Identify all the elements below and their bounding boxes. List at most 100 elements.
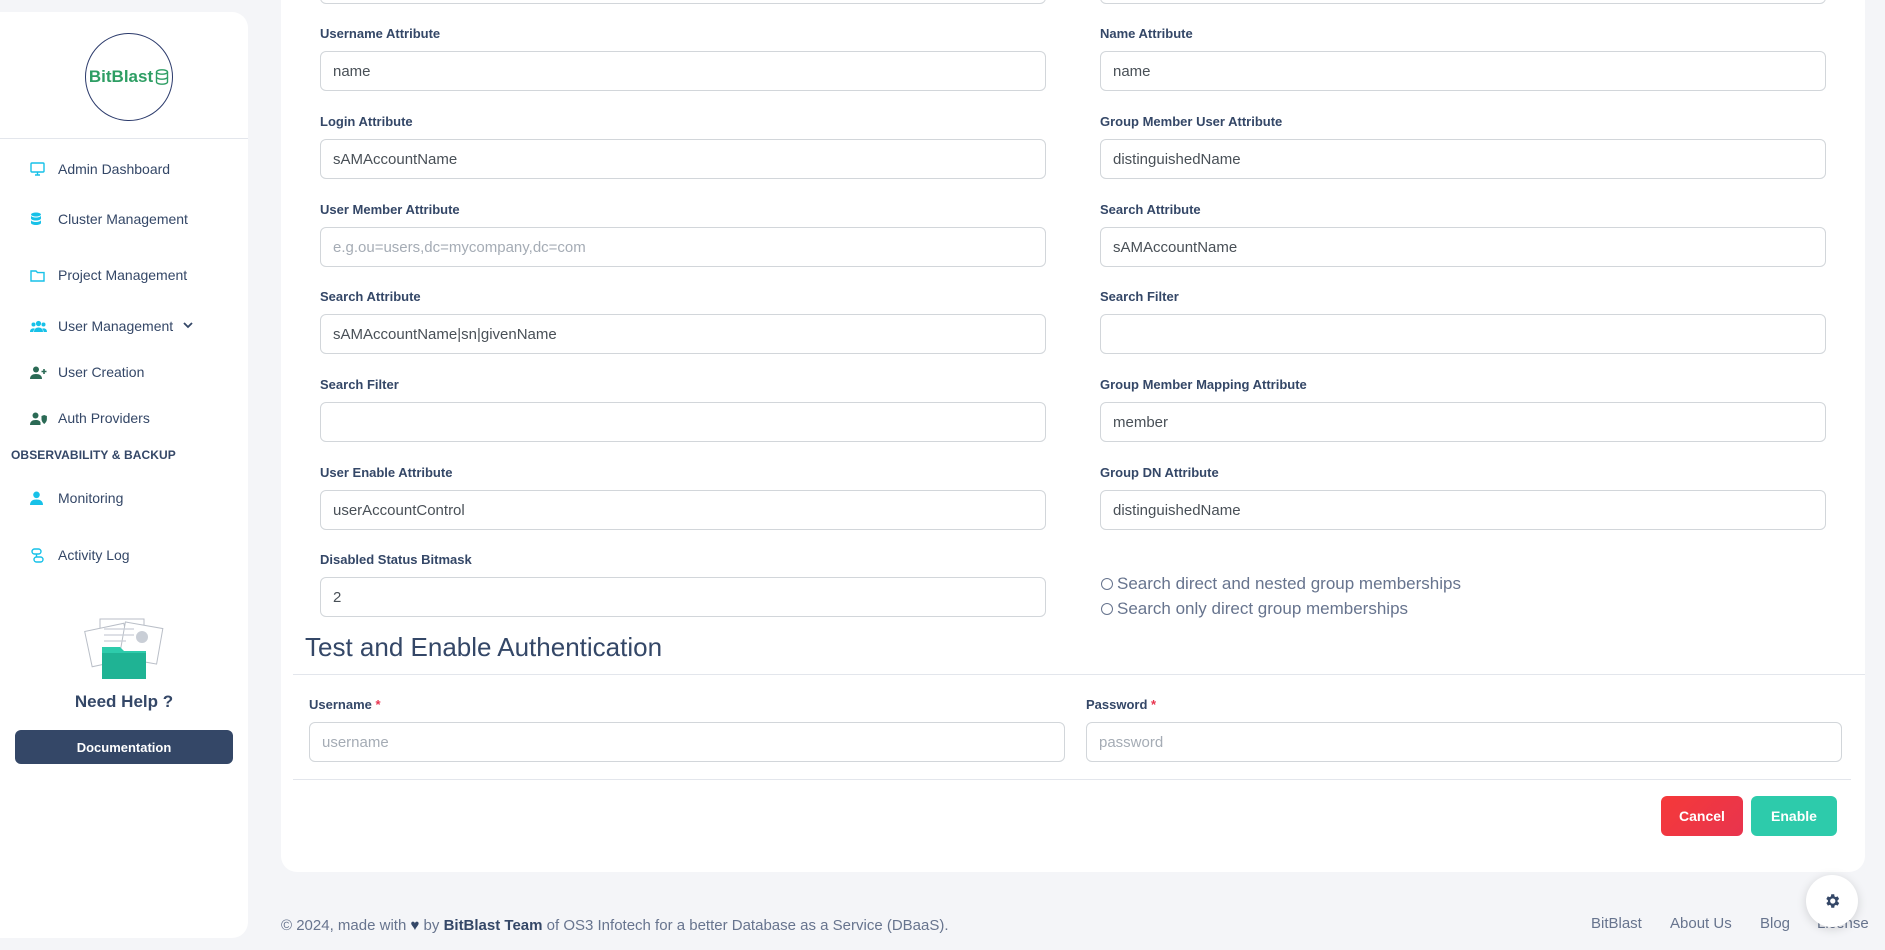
auth-provider-form-card: Username Attribute Login Attribute User … [281, 0, 1865, 872]
user-enable-attribute-input[interactable] [320, 490, 1046, 530]
brand-name: BitBlast [88, 67, 154, 86]
field-label: User Enable Attribute [320, 465, 453, 480]
help-panel: Need Help ? Documentation [0, 617, 248, 764]
field-label: Username Attribute [320, 26, 441, 41]
login-attribute-input[interactable] [320, 139, 1046, 179]
sidebar-section-heading: OBSERVABILITY & BACKUP [11, 448, 176, 462]
monitor-icon [30, 162, 58, 176]
field-label: Disabled Status Bitmask [320, 552, 472, 567]
sidebar-item-label: Project Management [58, 267, 188, 283]
disabled-status-bitmask-input[interactable] [320, 577, 1046, 617]
radio-button[interactable] [1101, 603, 1113, 615]
search-attribute-input-right[interactable] [1100, 227, 1826, 267]
search-filter-field-right: Search Filter [1100, 289, 1826, 354]
search-filter-input-right[interactable] [1100, 314, 1826, 354]
help-title: Need Help ? [74, 692, 174, 711]
sidebar-item-cluster-management[interactable]: Cluster Management [0, 191, 248, 247]
activity-icon [30, 547, 58, 563]
sidebar-item-label: Admin Dashboard [58, 161, 171, 177]
sidebar-item-label: Auth Providers [58, 410, 150, 426]
user-enable-attribute-field: User Enable Attribute [320, 465, 1046, 530]
group-member-user-attribute-field: Group Member User Attribute [1100, 114, 1826, 179]
field-label: Name Attribute [1100, 26, 1193, 41]
search-filter-input-left[interactable] [320, 402, 1046, 442]
footer-suffix: of OS3 Infotech for a better Database as… [546, 917, 949, 934]
radio-label: Search direct and nested group membershi… [1117, 574, 1461, 593]
search-attribute-input-left[interactable] [320, 314, 1046, 354]
settings-button[interactable] [1806, 875, 1858, 927]
users-icon [30, 320, 58, 333]
sidebar-item-user-management[interactable]: User Management [0, 303, 248, 349]
group-member-mapping-attribute-field: Group Member Mapping Attribute [1100, 377, 1826, 442]
field-label: Search Attribute [1100, 202, 1201, 217]
radio-button[interactable] [1101, 578, 1113, 590]
group-member-mapping-attribute-input[interactable] [1100, 402, 1826, 442]
field-label: User Member Attribute [320, 202, 460, 217]
test-password-input[interactable] [1086, 722, 1842, 762]
input-field-partial [320, 0, 1046, 4]
enable-button[interactable]: Enable [1751, 796, 1837, 836]
radio-direct-memberships[interactable]: Search only direct group memberships [1101, 599, 1408, 619]
chevron-down-icon [183, 320, 193, 332]
section-divider [293, 674, 1865, 675]
field-label: Group Member Mapping Attribute [1100, 377, 1307, 392]
name-attribute-field: Name Attribute [1100, 26, 1826, 91]
user-plus-icon [30, 366, 58, 379]
footer-link-about-us[interactable]: About Us [1670, 915, 1732, 932]
search-filter-field-left: Search Filter [320, 377, 1046, 442]
sidebar-item-label: Cluster Management [58, 211, 188, 227]
field-label: Username * [309, 697, 381, 712]
footer-prefix: © 2024, made with [281, 917, 407, 934]
actions-divider [293, 779, 1851, 780]
sidebar-item-admin-dashboard[interactable]: Admin Dashboard [0, 147, 248, 191]
cancel-button[interactable]: Cancel [1661, 796, 1743, 836]
sidebar-item-project-management[interactable]: Project Management [0, 247, 248, 303]
group-member-user-attribute-input[interactable] [1100, 139, 1826, 179]
test-username-field: Username * [309, 697, 1065, 762]
brand-logo[interactable]: BitBlast [85, 33, 173, 121]
group-dn-attribute-input[interactable] [1100, 490, 1826, 530]
footer-link-bitblast[interactable]: BitBlast [1591, 915, 1642, 932]
field-label: Group DN Attribute [1100, 465, 1219, 480]
gear-icon [1826, 894, 1840, 908]
documents-folder-icon [84, 618, 164, 679]
logo-area: BitBlast [0, 12, 248, 138]
test-password-field: Password * [1086, 697, 1842, 762]
database-icon [30, 212, 58, 226]
footer-credit: © 2024, made with ♥ by BitBlast Team of … [281, 917, 949, 934]
sidebar-item-user-creation[interactable]: User Creation [0, 349, 248, 395]
footer-link-blog[interactable]: Blog [1760, 915, 1790, 932]
name-attribute-input[interactable] [1100, 51, 1826, 91]
field-label: Search Filter [320, 377, 399, 392]
sidebar-item-activity-log[interactable]: Activity Log [0, 527, 248, 583]
folder-icon [30, 269, 58, 282]
input-field-partial [1100, 0, 1826, 4]
username-attribute-field: Username Attribute [320, 26, 1046, 91]
radio-nested-memberships[interactable]: Search direct and nested group membershi… [1101, 574, 1461, 594]
sidebar-item-auth-providers[interactable]: Auth Providers [0, 395, 248, 441]
heart-icon: ♥ [410, 917, 420, 934]
test-username-input[interactable] [309, 722, 1065, 762]
documentation-button[interactable]: Documentation [15, 730, 233, 764]
section-title: Test and Enable Authentication [305, 632, 663, 662]
sidebar-item-label: User Management [58, 318, 174, 334]
footer-team-link[interactable]: BitBlast Team [444, 917, 543, 934]
user-member-attribute-input[interactable] [320, 227, 1046, 267]
user-shield-icon [30, 412, 58, 425]
sidebar-item-label: Monitoring [58, 490, 124, 506]
sidebar-item-monitoring[interactable]: Monitoring [0, 469, 248, 527]
field-label: Search Filter [1100, 289, 1179, 304]
sidebar: BitBlast Admin Dashboard Cluster Managem… [0, 12, 248, 938]
footer-by: by [423, 917, 440, 934]
search-attribute-field-left: Search Attribute [320, 289, 1046, 354]
group-dn-attribute-field: Group DN Attribute [1100, 465, 1826, 530]
search-attribute-field-right: Search Attribute [1100, 202, 1826, 267]
username-attribute-input[interactable] [320, 51, 1046, 91]
disabled-status-bitmask-field: Disabled Status Bitmask [320, 552, 1046, 617]
login-attribute-field: Login Attribute [320, 114, 1046, 179]
field-label: Login Attribute [320, 114, 413, 129]
database-logo-icon [155, 69, 169, 85]
field-label: Search Attribute [320, 289, 421, 304]
user-icon [30, 491, 58, 505]
sidebar-item-label: User Creation [58, 364, 145, 380]
